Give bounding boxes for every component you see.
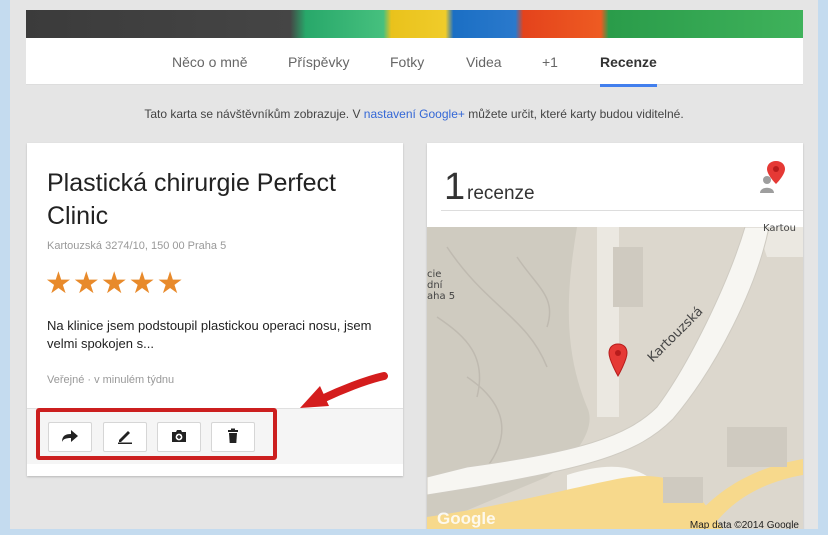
map-canvas (427, 226, 803, 535)
visibility-notice: Tato karta se návštěvníkům zobrazuje. V … (144, 107, 684, 121)
tab-reviews[interactable]: Recenze (600, 54, 657, 87)
annotation-highlight-box (36, 408, 277, 460)
cover-photo (26, 10, 803, 38)
tab-about[interactable]: Něco o mně (172, 54, 247, 70)
google-logo: Google (437, 509, 496, 528)
map-view[interactable]: cie dní aha 5 Kartou Kartouzská Google M… (427, 223, 803, 535)
map-place-label: cie dní aha 5 (427, 269, 456, 302)
tab-videos[interactable]: Videa (466, 54, 502, 70)
place-name[interactable]: Plastická chirurgie Perfect Clinic (47, 167, 377, 233)
reviews-map-card: 1 recenze cie dní aha 5 Kartou Kartouzsk… (427, 143, 803, 535)
frame-bottom (0, 529, 828, 535)
place-address: Kartouzská 3274/10, 150 00 Praha 5 (47, 240, 227, 252)
review-count-label: recenze (467, 183, 535, 204)
map-marker-icon[interactable] (608, 343, 628, 377)
tab-posts[interactable]: Příspěvky (288, 54, 349, 70)
review-text[interactable]: Na klinice jsem podstoupil plastickou op… (47, 317, 377, 353)
maps-icon[interactable] (759, 160, 785, 194)
frame-right (818, 0, 828, 535)
map-header-divider (441, 210, 803, 211)
google-plus-settings-link[interactable]: nastavení Google+ (364, 107, 465, 121)
star-rating: ★★★★★ (45, 267, 185, 300)
map-street-label-top: Kartou (763, 223, 796, 234)
tab-photos[interactable]: Fotky (390, 54, 424, 70)
tab-plus-one[interactable]: +1 (542, 54, 558, 70)
review-count: 1 (444, 166, 466, 208)
review-meta: Veřejné · v minulém týdnu (47, 374, 175, 386)
profile-tabs: Něco o mně Příspěvky Fotky Videa +1 Rece… (26, 38, 803, 87)
annotation-arrow-icon (300, 372, 388, 408)
frame-left (0, 0, 10, 535)
